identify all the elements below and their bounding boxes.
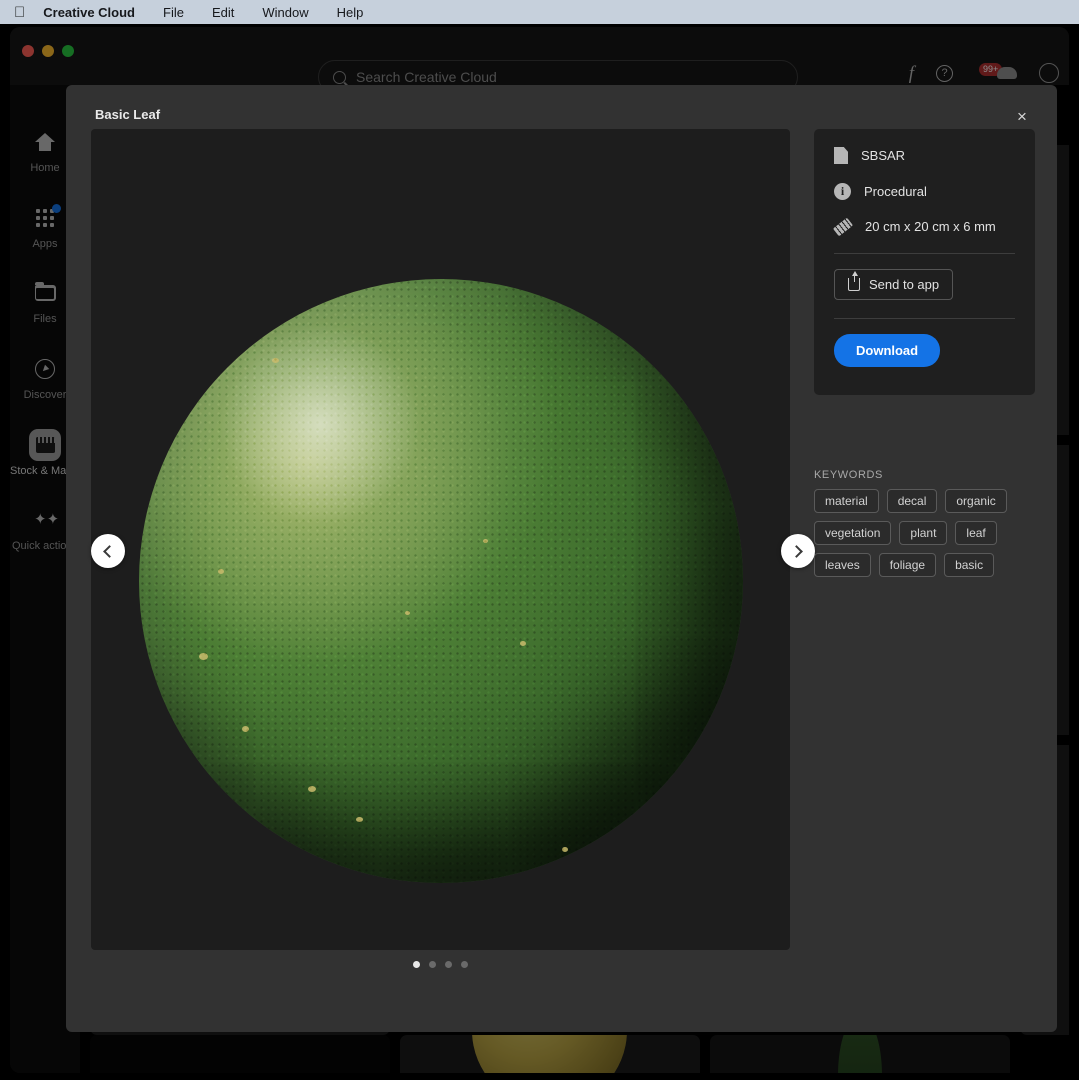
info-row-dimensions: 20 cm x 20 cm x 6 mm bbox=[832, 217, 1015, 236]
menu-item-edit[interactable]: Edit bbox=[198, 5, 248, 20]
chevron-right-icon bbox=[790, 544, 803, 558]
modal-title: Basic Leaf bbox=[95, 107, 161, 122]
keyword-tag[interactable]: organic bbox=[945, 489, 1007, 513]
keyword-tag[interactable]: foliage bbox=[878, 553, 937, 577]
asset-dimensions-value: 20 cm x 20 cm x 6 mm bbox=[865, 219, 996, 234]
ruler-icon bbox=[832, 217, 854, 236]
info-row-format: SBSAR bbox=[834, 147, 1015, 164]
keyword-tag[interactable]: decal bbox=[886, 489, 938, 513]
carousel-dot[interactable] bbox=[445, 961, 452, 968]
asset-type-value: Procedural bbox=[864, 184, 927, 199]
menu-item-help[interactable]: Help bbox=[323, 5, 378, 20]
asset-format-value: SBSAR bbox=[861, 148, 906, 163]
carousel-dot[interactable] bbox=[429, 961, 436, 968]
creative-cloud-window: Search Creative Cloud f ? 99+ Home Apps … bbox=[10, 27, 1069, 1073]
apple-logo-icon[interactable]:  bbox=[14, 5, 25, 20]
send-to-app-button[interactable]: Send to app bbox=[834, 269, 954, 300]
chevron-left-icon bbox=[103, 544, 116, 558]
carousel-dots bbox=[91, 961, 790, 968]
carousel-dot[interactable] bbox=[461, 961, 468, 968]
info-circle-icon: i bbox=[834, 183, 851, 200]
asset-preview bbox=[91, 129, 790, 950]
keyword-tag[interactable]: leaf bbox=[955, 521, 997, 545]
carousel-prev-button[interactable] bbox=[91, 534, 125, 568]
keyword-tag[interactable]: leaves bbox=[814, 553, 871, 577]
share-icon bbox=[848, 271, 860, 291]
keyword-tag[interactable]: vegetation bbox=[814, 521, 892, 545]
carousel-next-button[interactable] bbox=[781, 534, 815, 568]
carousel-dot[interactable] bbox=[413, 961, 420, 968]
keyword-tag[interactable]: plant bbox=[899, 521, 948, 545]
screen:  Creative Cloud File Edit Window Help S… bbox=[0, 0, 1079, 1080]
keyword-tag[interactable]: basic bbox=[944, 553, 995, 577]
menu-item-creative-cloud[interactable]: Creative Cloud bbox=[43, 5, 149, 20]
material-preview-sphere bbox=[139, 279, 743, 883]
download-button[interactable]: Download bbox=[834, 334, 941, 367]
close-icon[interactable]: × bbox=[1008, 102, 1036, 130]
menu-item-window[interactable]: Window bbox=[248, 5, 322, 20]
macos-menu-bar:  Creative Cloud File Edit Window Help bbox=[0, 0, 1079, 24]
asset-detail-modal: Basic Leaf × SBSAR i Procedural 20 cm x … bbox=[66, 85, 1057, 1032]
info-row-type: i Procedural bbox=[834, 183, 1015, 200]
menu-item-file[interactable]: File bbox=[149, 5, 198, 20]
asset-info-panel: SBSAR i Procedural 20 cm x 20 cm x 6 mm … bbox=[814, 129, 1035, 395]
keyword-tag[interactable]: material bbox=[814, 489, 879, 513]
keywords-heading: KEYWORDS bbox=[814, 469, 883, 481]
send-to-app-label: Send to app bbox=[869, 277, 940, 292]
keywords-list: material decal organic vegetation plant … bbox=[814, 489, 1039, 577]
document-icon bbox=[834, 147, 848, 164]
divider bbox=[834, 318, 1015, 319]
divider bbox=[834, 253, 1015, 254]
